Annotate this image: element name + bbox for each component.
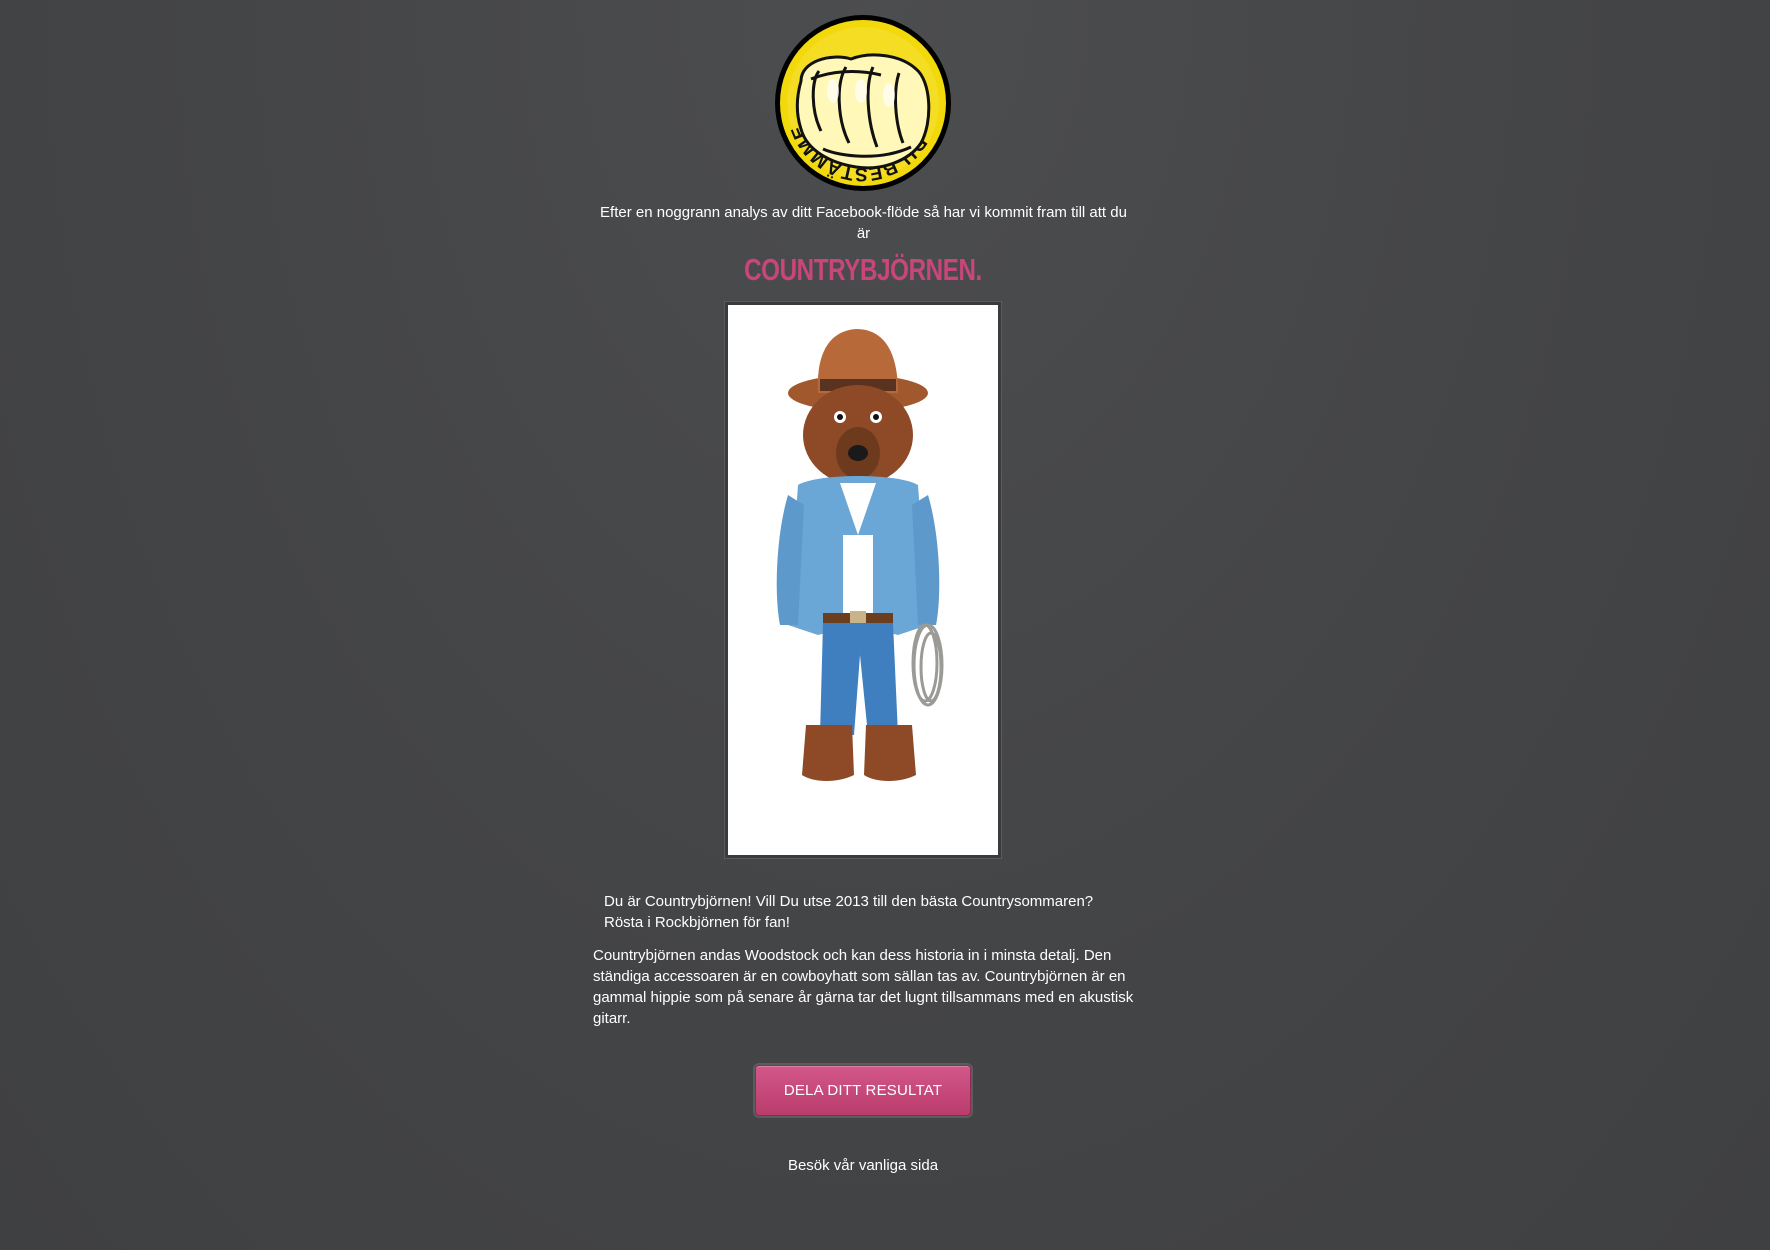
cowboy-bear-illustration bbox=[776, 329, 944, 781]
headline-line-2: Rösta i Rockbjörnen för fan! bbox=[604, 914, 790, 931]
visit-regular-site-link[interactable]: Besök vår vanliga sida bbox=[735, 1157, 991, 1174]
result-title: COUNTRYBJÖRNEN. bbox=[744, 252, 982, 287]
headline-line-1: Du är Countrybjörnen! Vill Du utse 2013 … bbox=[604, 893, 1094, 910]
result-description: Countrybjörnen andas Woodstock och kan d… bbox=[593, 947, 1134, 1027]
share-result-button[interactable]: DELA DITT RESULTAT bbox=[755, 1065, 971, 1116]
result-headline: Du är Countrybjörnen! Vill Du utse 2013 … bbox=[604, 891, 1124, 933]
du-bestammer-logo: DU BESTÄMMER! bbox=[771, 11, 956, 196]
bear-image-frame bbox=[725, 302, 1001, 858]
fist-badge-icon: DU BESTÄMMER! bbox=[775, 15, 956, 196]
result-page: DU BESTÄMMER! Efter en noggrann analys a… bbox=[0, 0, 1770, 1250]
intro-text: Efter en noggrann analys av ditt Faceboo… bbox=[600, 204, 1127, 242]
